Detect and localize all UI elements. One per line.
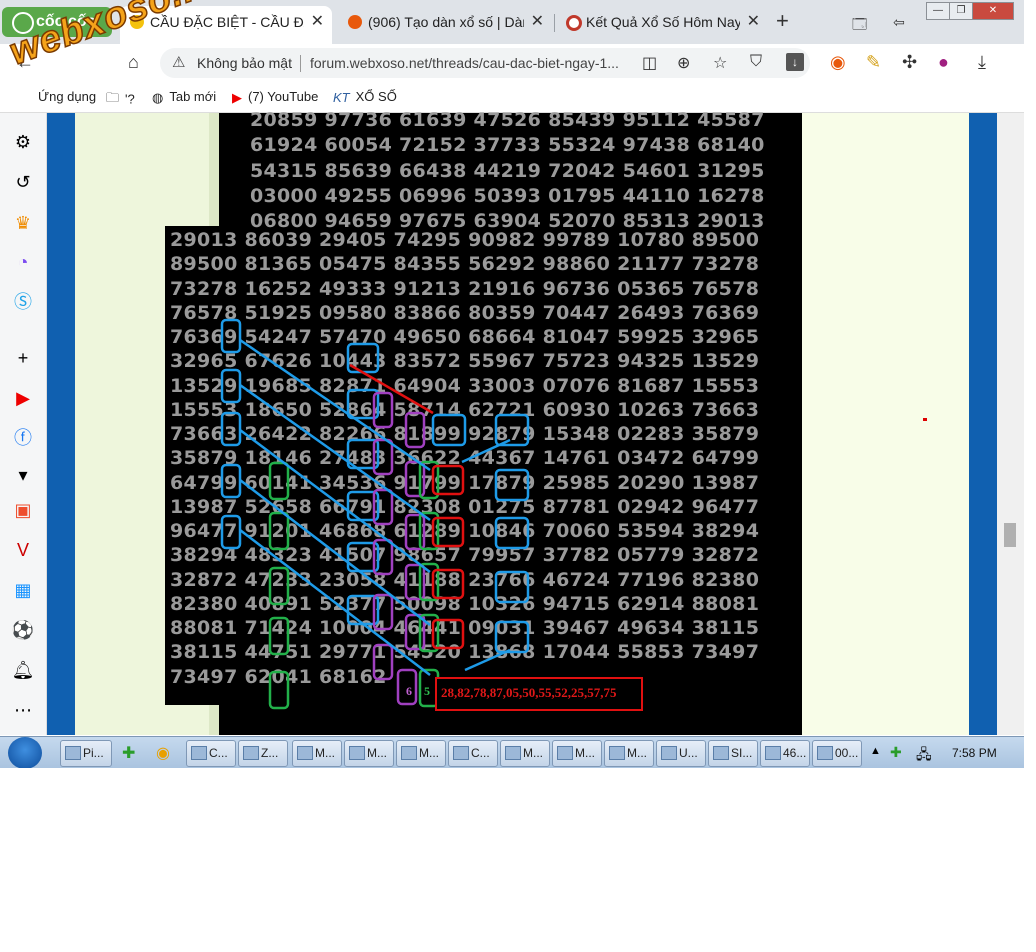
window-icon [243,746,259,760]
taskbar-item-label: 00... [835,746,859,760]
screenshot: cốc cốc CẦU ĐẶC BIỆT - CẦU ĐẶC BIỆT ✕ (9… [0,0,1024,768]
window-icon [817,746,833,760]
taskbar-item-label: U... [679,746,698,760]
taskbar-item-label: C... [471,746,490,760]
taskbar-item-label: Pi... [83,746,104,760]
taskbar-item-label: 46... [783,746,807,760]
green-box [268,461,290,501]
blue-line [461,438,511,464]
taskbar-item-label: M... [627,746,647,760]
taskbar-item[interactable]: M... [604,740,654,767]
window-icon [453,746,469,760]
purple-box [372,391,394,429]
purple-box [372,643,394,681]
taskbar-item[interactable]: M... [552,740,602,767]
taskbar-item[interactable]: C... [186,740,236,767]
blue-box [431,413,467,447]
result-digit-green: 5 [424,684,430,698]
clock[interactable]: 7:58 PM [952,746,997,760]
taskbar-item-label: M... [523,746,543,760]
window-icon [401,746,417,760]
taskbar-item[interactable]: U... [656,740,706,767]
result-digit-purple: 6 [406,684,412,698]
taskbar-item[interactable]: 00... [812,740,862,767]
taskbar-item-label: M... [419,746,439,760]
annotation-overlay [220,318,530,710]
window-icon [297,746,313,760]
taskbar-item[interactable]: M... [396,740,446,767]
result-numbers: 28,82,78,87,05,50,55,52,25,57,75 [441,685,617,700]
purple-box [404,460,426,498]
purple-box [404,513,426,551]
window-icon [765,746,781,760]
blue-box [494,413,530,447]
blue-box [220,411,242,447]
pinned-app-icon[interactable]: ✚ [122,743,135,763]
window-icon [557,746,573,760]
blue-box [220,463,242,499]
blue-box [494,620,530,654]
window-icon [191,746,207,760]
window-icon [713,746,729,760]
green-box [268,566,290,606]
taskbar-item[interactable]: M... [292,740,342,767]
taskbar-item-label: M... [367,746,387,760]
taskbar-item[interactable]: C... [448,740,498,767]
blue-box [494,516,530,550]
window-icon [505,746,521,760]
blue-box [220,514,242,550]
taskbar-item-label: M... [315,746,335,760]
window-icon [65,746,81,760]
result-box: 28,82,78,87,05,50,55,52,25,57,75 [435,677,643,711]
taskbar-item-label: M... [575,746,595,760]
blue-line [464,648,511,672]
tray-app-icon[interactable]: ✚ [890,744,902,761]
window-icon [349,746,365,760]
green-box [268,670,290,710]
taskbar-item-label: Z... [261,746,279,760]
window-icon [661,746,677,760]
taskbar-item-label: SI... [731,746,753,760]
blue-box [494,468,530,502]
taskbar-item[interactable]: 46... [760,740,810,767]
green-box [268,616,290,656]
start-button[interactable] [8,737,42,768]
windows-taskbar: Pi... C... Z... M... M... M... C... M... M... M..… [0,736,1024,768]
tray-arrow-icon[interactable]: ▲ [870,745,881,757]
taskbar-item[interactable]: M... [500,740,550,767]
green-box [268,511,290,551]
taskbar-item[interactable]: Z... [238,740,288,767]
window-icon [609,746,625,760]
purple-box [372,438,394,476]
chrome-icon[interactable]: ◉ [156,743,170,763]
taskbar-item[interactable]: M... [344,740,394,767]
purple-box [404,563,426,601]
purple-box [404,613,426,651]
taskbar-item-label: C... [209,746,228,760]
taskbar-item[interactable]: SI... [708,740,758,767]
blue-box [494,570,530,604]
network-icon[interactable]: 🖧 [916,744,932,768]
purple-box [404,411,426,449]
blue-box [220,368,242,404]
blue-box [220,318,242,354]
taskbar-item[interactable]: Pi... [60,740,112,767]
